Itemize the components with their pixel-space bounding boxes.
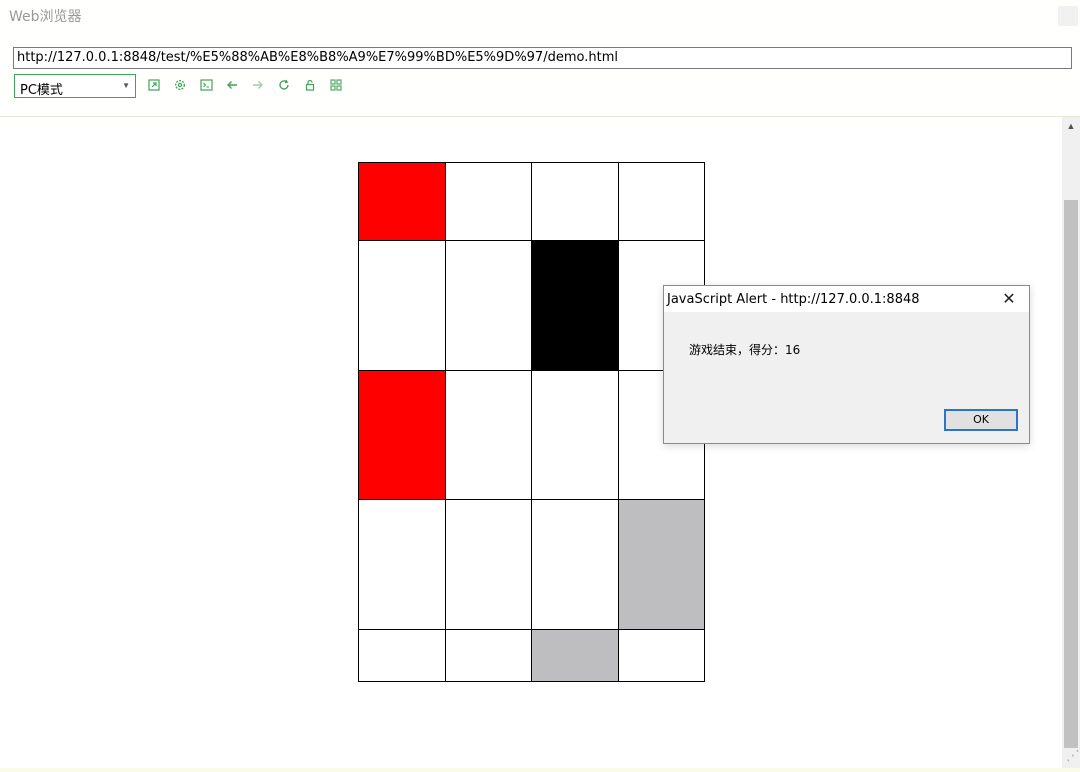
board-tile[interactable]: [359, 163, 446, 241]
console-icon[interactable]: [199, 78, 213, 92]
status-strip: [0, 768, 1080, 772]
board-tile[interactable]: [618, 500, 705, 631]
alert-dialog: JavaScript Alert - http://127.0.0.1:8848…: [663, 285, 1030, 444]
window-title: Web浏览器: [9, 9, 82, 25]
close-icon[interactable]: ✕: [999, 289, 1019, 309]
board-tile[interactable]: [532, 163, 619, 241]
alert-title: JavaScript Alert - http://127.0.0.1:8848: [667, 292, 920, 307]
board-tile[interactable]: [445, 370, 532, 501]
grid-icon[interactable]: [329, 78, 343, 92]
board-tile[interactable]: [618, 630, 705, 682]
board-tile[interactable]: [532, 630, 619, 682]
vertical-scrollbar[interactable]: ▲: [1062, 117, 1080, 768]
board-tile[interactable]: [445, 163, 532, 241]
alert-message: 游戏结束，得分：16: [689, 343, 801, 357]
settings-icon[interactable]: [173, 78, 187, 92]
browser-header: Web浏览器 PC模式 ▼: [0, 0, 1080, 117]
browser-window: Web浏览器 PC模式 ▼: [0, 0, 1080, 772]
forward-arrow-icon[interactable]: [251, 78, 265, 92]
chevron-down-icon: ▼: [122, 81, 130, 90]
game-board[interactable]: [358, 162, 705, 682]
board-tile[interactable]: [532, 370, 619, 501]
board-tile[interactable]: [359, 370, 446, 501]
scroll-up-arrow-icon[interactable]: ▲: [1062, 117, 1080, 135]
alert-titlebar: JavaScript Alert - http://127.0.0.1:8848…: [664, 286, 1029, 312]
reload-icon[interactable]: [277, 78, 291, 92]
window-close-button[interactable]: [1058, 6, 1078, 26]
board-tile[interactable]: [532, 240, 619, 371]
board-tile[interactable]: [532, 500, 619, 631]
board-tile[interactable]: [618, 163, 705, 241]
mode-select-value: PC模式: [20, 83, 63, 98]
ok-button[interactable]: OK: [944, 409, 1018, 431]
open-external-icon[interactable]: [147, 78, 161, 92]
url-input[interactable]: [13, 47, 1072, 69]
board-tile[interactable]: [359, 500, 446, 631]
scrollbar-thumb[interactable]: [1064, 200, 1078, 748]
board-tile[interactable]: [359, 240, 446, 371]
board-tile[interactable]: [359, 630, 446, 682]
board-tile[interactable]: [445, 240, 532, 371]
mode-select[interactable]: PC模式 ▼: [14, 74, 136, 98]
board-tile[interactable]: [445, 630, 532, 682]
lock-icon[interactable]: [303, 78, 317, 92]
back-arrow-icon[interactable]: [225, 78, 239, 92]
board-tile[interactable]: [445, 500, 532, 631]
resize-grip-icon: ⋰: [1066, 748, 1080, 764]
